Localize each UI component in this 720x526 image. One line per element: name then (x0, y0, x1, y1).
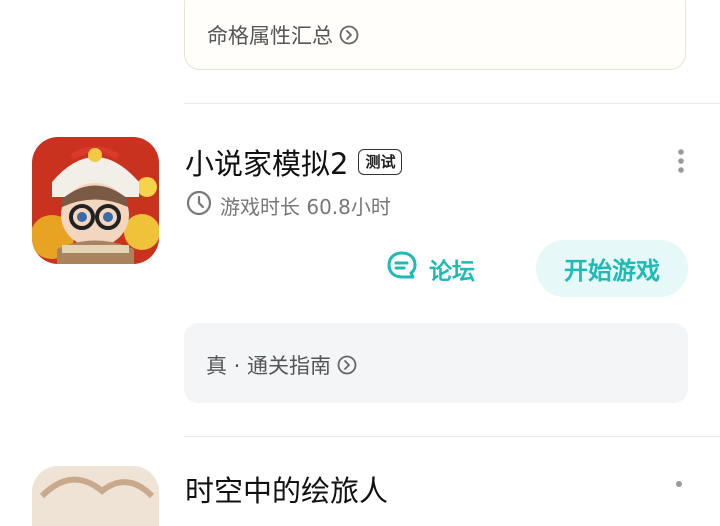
game-app-icon[interactable] (32, 137, 159, 264)
next-game-title[interactable]: 时空中的绘旅人 (185, 468, 388, 510)
game-title-row: 小说家模拟2 测试 (185, 141, 403, 183)
game-title[interactable]: 小说家模拟2 (185, 141, 348, 183)
next-game-app-icon[interactable] (32, 466, 159, 526)
clock-icon (186, 190, 212, 221)
chevron-right-circle-icon (337, 355, 357, 375)
start-game-button[interactable]: 开始游戏 (536, 240, 688, 297)
attribute-summary-row: 命格属性汇总 (207, 20, 359, 50)
chat-bubble-icon (385, 249, 419, 289)
guide-row: 真 · 通关指南 (206, 350, 357, 380)
more-vertical-icon (678, 149, 684, 173)
divider (184, 436, 720, 437)
more-options-button[interactable] (671, 148, 691, 176)
divider (184, 103, 720, 104)
playtime-row: 游戏时长 60.8小时 (186, 190, 391, 221)
forum-button[interactable]: 论坛 (385, 249, 475, 289)
test-badge: 测试 (358, 149, 403, 175)
more-options-button[interactable] (676, 481, 682, 487)
forum-label: 论坛 (429, 259, 475, 285)
chevron-right-circle-icon (339, 25, 359, 45)
playtime-label: 游戏时长 60.8小时 (220, 195, 391, 219)
attribute-summary-card[interactable]: 命格属性汇总 (184, 0, 686, 70)
guide-label: 真 · 通关指南 (206, 354, 332, 378)
guide-card[interactable]: 真 · 通关指南 (184, 323, 688, 403)
attribute-summary-label: 命格属性汇总 (207, 24, 333, 48)
